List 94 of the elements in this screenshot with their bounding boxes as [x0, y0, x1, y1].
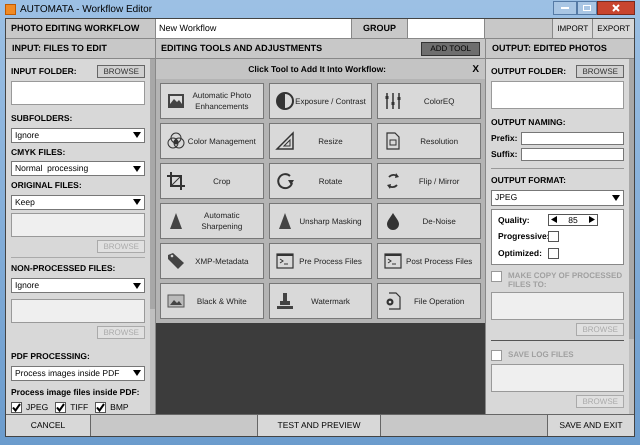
- rotate-icon: [274, 171, 295, 191]
- tool-button[interactable]: File Operation: [377, 283, 481, 319]
- field-label: NON-PROCESSED FILES:: [11, 262, 116, 276]
- folder-field[interactable]: [11, 81, 145, 106]
- right-arrow-icon[interactable]: [589, 216, 595, 224]
- caret-icon: [133, 132, 141, 138]
- field-label: Quality:: [498, 214, 531, 226]
- left-arrow-icon[interactable]: [551, 216, 557, 224]
- suffix-field[interactable]: [521, 148, 624, 161]
- checkbox-label: BMP: [110, 401, 129, 414]
- dropdown[interactable]: Normal processing: [11, 161, 145, 176]
- tool-button[interactable]: Crop: [160, 163, 264, 199]
- dropdown[interactable]: Process images inside PDF: [11, 366, 145, 380]
- stamp-icon: [274, 291, 295, 311]
- field-label: Optimized:: [498, 247, 543, 260]
- checkbox[interactable]: [11, 402, 22, 414]
- tool-button[interactable]: Resolution: [377, 123, 481, 159]
- checkbox[interactable]: [548, 248, 559, 259]
- quality-spinner[interactable]: 85: [548, 214, 598, 226]
- close-icon: [612, 4, 620, 12]
- terminal-icon: [383, 251, 404, 271]
- panel-heading: INPUT: FILES TO EDIT: [6, 39, 156, 58]
- caret-icon: [133, 166, 141, 172]
- group-field[interactable]: [408, 19, 485, 38]
- tool-button[interactable]: De-Noise: [377, 203, 481, 239]
- contrast-icon: [274, 91, 295, 111]
- test-and-preview-button[interactable]: TEST AND PREVIEW: [258, 415, 381, 436]
- checkbox[interactable]: [95, 402, 106, 414]
- field-label: INPUT FOLDER:: [11, 65, 77, 78]
- field-label: SUBFOLDERS:: [11, 112, 74, 125]
- close-button[interactable]: [597, 1, 635, 15]
- header-button[interactable]: IMPORT: [552, 19, 592, 38]
- panel-heading: OUTPUT: EDITED PHOTOS: [491, 42, 608, 55]
- circles-icon: [166, 131, 186, 151]
- field-label: OUTPUT FORMAT:: [491, 174, 567, 186]
- field-label: OUTPUT FOLDER:: [491, 65, 566, 78]
- tool-button[interactable]: Unsharp Masking: [268, 203, 372, 239]
- tool-button[interactable]: Exposure / Contrast: [268, 83, 372, 119]
- crop-icon: [166, 171, 186, 191]
- panel-heading: EDITING TOOLS AND ADJUSTMENTS: [161, 42, 322, 55]
- tool-button[interactable]: Automatic Photo Enhancements: [160, 83, 264, 119]
- picker-title: Click Tool to Add It Into Workflow:: [247, 62, 388, 76]
- caret-icon: [133, 199, 141, 206]
- field-label: CMYK FILES:: [11, 146, 66, 158]
- field-label: Process image files inside PDF:: [11, 386, 140, 398]
- scrollbar-thumb[interactable]: [150, 59, 155, 309]
- browse-button[interactable]: BROWSE: [576, 65, 624, 78]
- browse-button[interactable]: BROWSE: [97, 65, 145, 78]
- tool-button[interactable]: Automatic Sharpening: [160, 203, 264, 239]
- close-button[interactable]: X: [472, 62, 479, 76]
- tool-button[interactable]: Color Management: [160, 123, 264, 159]
- window-title: AUTOMATA - Workflow Editor: [20, 2, 152, 16]
- image-icon: [166, 91, 186, 111]
- tag-icon: [166, 251, 186, 271]
- checkbox-label: JPEG: [26, 401, 48, 414]
- workflow-name-field[interactable]: New Workflow: [156, 19, 352, 38]
- field-label: Progressive:: [498, 230, 548, 243]
- checkbox[interactable]: [55, 402, 66, 414]
- add-tool-button[interactable]: ADD TOOL: [421, 42, 480, 56]
- tool-button[interactable]: Post Process Files: [377, 243, 481, 279]
- caret-icon: [133, 370, 141, 376]
- tool-button[interactable]: Flip / Mirror: [377, 163, 481, 199]
- prefix-field[interactable]: [521, 132, 624, 145]
- scrollbar-thumb[interactable]: [629, 59, 634, 339]
- tool-button[interactable]: Pre Process Files: [268, 243, 372, 279]
- tool-button[interactable]: Rotate: [268, 163, 372, 199]
- tool-button[interactable]: Watermark: [268, 283, 372, 319]
- field-label: ORIGINAL FILES:: [11, 179, 83, 192]
- field-label: OUTPUT NAMING:: [491, 116, 567, 129]
- ruler-icon: [274, 131, 295, 151]
- tool-button[interactable]: Black & White: [160, 283, 264, 319]
- tool-button[interactable]: ColorEQ: [377, 83, 481, 119]
- caret-icon: [612, 194, 620, 200]
- field-label: Suffix:: [491, 148, 518, 161]
- caret-icon: [133, 282, 141, 289]
- minimize-button[interactable]: [553, 1, 577, 15]
- option-label: SAVE LOG FILES: [508, 350, 574, 359]
- cancel-button[interactable]: CANCEL: [6, 415, 91, 436]
- header-button[interactable]: EXPORT: [592, 19, 634, 38]
- sliders-icon: [383, 91, 404, 111]
- terminal-icon: [274, 251, 295, 271]
- checkbox[interactable]: [548, 231, 559, 242]
- maximize-button[interactable]: [577, 1, 597, 15]
- app-icon: [5, 4, 16, 14]
- field-label: Prefix:: [491, 132, 518, 145]
- option-label: MAKE COPY OF PROCESSED FILES TO:: [508, 270, 624, 289]
- tool-button[interactable]: Resize: [268, 123, 372, 159]
- checkbox-label: TIFF: [70, 401, 88, 414]
- field-label: PDF PROCESSING:: [11, 350, 91, 363]
- dropdown[interactable]: Ignore: [11, 128, 145, 143]
- tool-button[interactable]: XMP-Metadata: [160, 243, 264, 279]
- save-and-exit-button[interactable]: SAVE AND EXIT: [548, 415, 634, 436]
- folder-field[interactable]: [491, 81, 624, 109]
- dropdown[interactable]: JPEG: [491, 190, 624, 206]
